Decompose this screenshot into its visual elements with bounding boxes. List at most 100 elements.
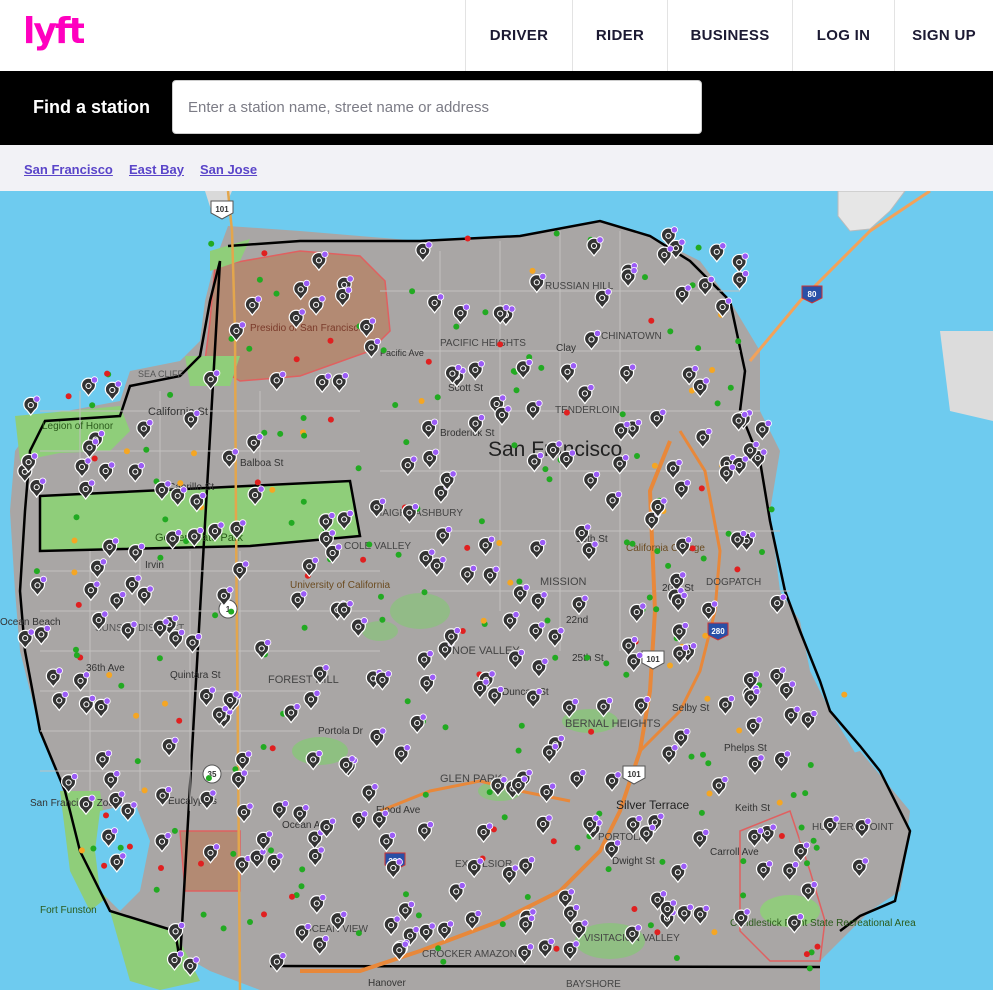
dock-dot[interactable] [247, 919, 253, 925]
dock-dot[interactable] [648, 317, 655, 324]
dock-dot[interactable] [605, 866, 612, 873]
dock-dot[interactable] [299, 866, 306, 873]
dock-dot[interactable] [499, 921, 506, 928]
dock-dot[interactable] [516, 578, 523, 585]
dock-dot[interactable] [143, 446, 150, 453]
dock-dot[interactable] [727, 384, 734, 391]
dock-dot[interactable] [546, 476, 553, 483]
dock-dot[interactable] [759, 549, 765, 555]
dock-dot[interactable] [101, 862, 108, 869]
dock-dot[interactable] [176, 717, 183, 724]
dock-dot[interactable] [654, 548, 661, 555]
dock-dot[interactable] [529, 267, 536, 274]
station-search-input[interactable] [172, 80, 702, 134]
dock-dot[interactable] [634, 453, 640, 459]
dock-dot[interactable] [360, 556, 367, 563]
dock-dot[interactable] [802, 790, 809, 797]
dock-dot[interactable] [156, 655, 163, 662]
dock-dot[interactable] [212, 612, 219, 619]
dock-dot[interactable] [268, 847, 274, 854]
dock-dot[interactable] [418, 398, 425, 404]
dock-dot[interactable] [327, 416, 334, 423]
dock-dot[interactable] [552, 654, 559, 661]
dock-dot[interactable] [260, 744, 267, 750]
dock-dot[interactable] [157, 554, 164, 561]
dock-dot[interactable] [300, 498, 307, 505]
dock-dot[interactable] [409, 288, 416, 295]
dock-dot[interactable] [104, 370, 111, 377]
dock-dot[interactable] [603, 660, 610, 667]
station-marker[interactable] [104, 380, 122, 401]
dock-dot[interactable] [73, 652, 80, 659]
dock-dot[interactable] [91, 455, 98, 462]
dock-dot[interactable] [208, 240, 215, 247]
dock-dot[interactable] [415, 912, 422, 919]
dock-dot[interactable] [486, 789, 493, 796]
dock-dot[interactable] [688, 753, 695, 760]
dock-dot[interactable] [464, 235, 471, 242]
dock-dot[interactable] [133, 712, 140, 719]
dock-dot[interactable] [623, 539, 630, 546]
dock-dot[interactable] [538, 364, 545, 371]
dock-dot[interactable] [71, 537, 78, 544]
dock-dot[interactable] [804, 860, 810, 867]
dock-dot[interactable] [814, 943, 821, 950]
dock-dot[interactable] [798, 824, 805, 831]
dock-dot[interactable] [642, 274, 648, 281]
dock-dot[interactable] [73, 514, 80, 521]
station-marker[interactable] [731, 252, 749, 274]
dock-dot[interactable] [841, 691, 848, 698]
dock-dot[interactable] [667, 328, 674, 335]
dock-dot[interactable] [33, 568, 40, 575]
dock-dot[interactable] [298, 883, 305, 890]
dock-dot[interactable] [698, 809, 705, 816]
dock-dot[interactable] [553, 230, 560, 237]
dock-dot[interactable] [434, 394, 441, 401]
city-link-east-bay[interactable]: East Bay [129, 162, 184, 177]
dock-dot[interactable] [89, 402, 96, 409]
dock-dot[interactable] [651, 462, 658, 469]
dock-dot[interactable] [518, 722, 525, 729]
dock-dot[interactable] [191, 450, 197, 457]
dock-dot[interactable] [153, 886, 160, 893]
dock-dot[interactable] [134, 758, 141, 765]
dock-dot[interactable] [380, 347, 387, 354]
map-canvas[interactable]: 101 80 1 35 101 101 280 280 San Francisc… [0, 191, 993, 990]
station-marker[interactable] [23, 395, 41, 417]
dock-dot[interactable] [807, 762, 814, 768]
dock-dot[interactable] [198, 860, 204, 867]
dock-dot[interactable] [118, 682, 125, 689]
dock-dot[interactable] [442, 724, 449, 731]
dock-dot[interactable] [698, 485, 705, 492]
dock-dot[interactable] [689, 545, 696, 552]
dock-dot[interactable] [103, 812, 109, 819]
dock-dot[interactable] [269, 745, 276, 752]
dock-dot[interactable] [440, 958, 447, 965]
dock-dot[interactable] [515, 747, 522, 754]
dock-dot[interactable] [507, 579, 514, 586]
dock-dot[interactable] [654, 929, 661, 936]
nav-log-in[interactable]: LOG IN [792, 0, 894, 71]
dock-dot[interactable] [205, 775, 212, 782]
station-map[interactable]: 101 80 1 35 101 101 280 280 San Francisc… [0, 191, 993, 990]
dock-dot[interactable] [482, 309, 489, 316]
dock-dot[interactable] [435, 945, 442, 952]
dock-dot[interactable] [803, 951, 810, 958]
dock-dot[interactable] [704, 695, 711, 702]
dock-dot[interactable] [269, 486, 276, 493]
dock-dot[interactable] [700, 555, 707, 562]
dock-dot[interactable] [78, 847, 85, 854]
dock-dot[interactable] [301, 624, 308, 631]
dock-dot[interactable] [810, 837, 817, 844]
dock-dot[interactable] [425, 358, 432, 365]
dock-dot[interactable] [550, 838, 557, 845]
dock-dot[interactable] [511, 442, 518, 449]
dock-dot[interactable] [790, 792, 797, 798]
dock-dot[interactable] [553, 945, 560, 952]
dock-dot[interactable] [706, 790, 713, 797]
dock-dot[interactable] [619, 411, 626, 418]
dock-dot[interactable] [806, 965, 813, 972]
dock-dot[interactable] [705, 760, 712, 767]
dock-dot[interactable] [71, 569, 78, 576]
dock-dot[interactable] [126, 843, 133, 850]
